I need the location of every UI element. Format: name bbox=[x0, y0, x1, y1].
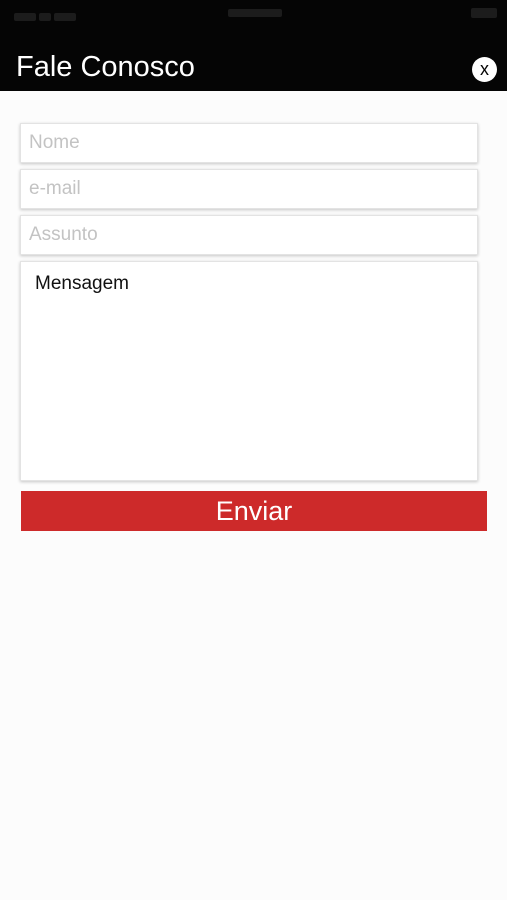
page-title: Fale Conosco bbox=[16, 51, 195, 83]
message-textarea[interactable] bbox=[20, 261, 478, 481]
header-bar: Fale Conosco x bbox=[0, 0, 507, 91]
name-input[interactable] bbox=[20, 123, 478, 163]
battery-icon bbox=[471, 8, 497, 18]
status-clock bbox=[228, 9, 282, 17]
status-bar bbox=[0, 0, 507, 28]
email-input[interactable] bbox=[20, 169, 478, 209]
signal-indicator bbox=[14, 8, 80, 21]
close-button[interactable]: x bbox=[472, 57, 497, 82]
subject-input[interactable] bbox=[20, 215, 478, 255]
close-icon: x bbox=[480, 59, 489, 79]
send-button[interactable]: Enviar bbox=[21, 491, 487, 531]
